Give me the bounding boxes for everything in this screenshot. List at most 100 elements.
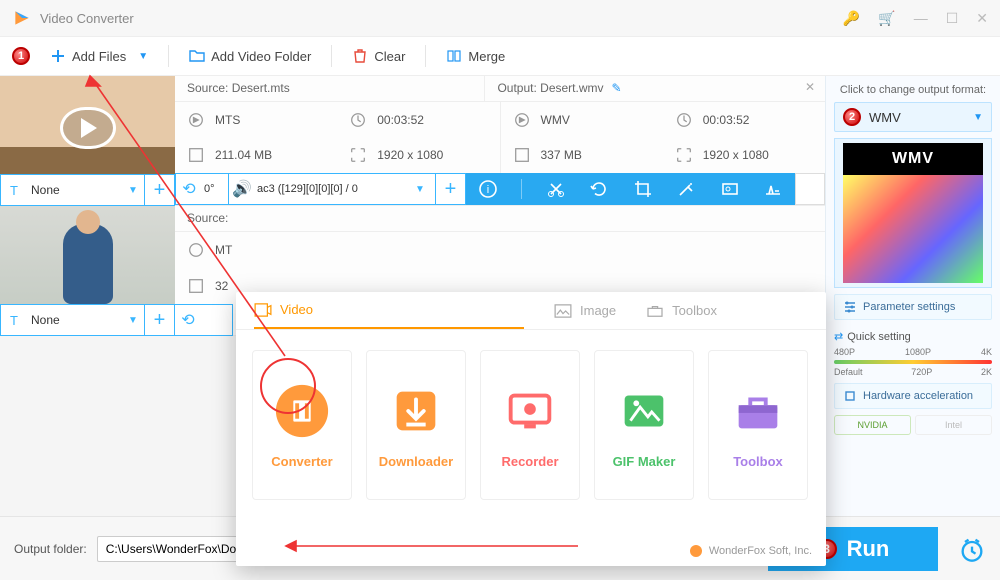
format-icon [187,111,205,129]
tile-toolbox-label: Toolbox [733,454,783,469]
speaker-icon: 🔊 [229,179,255,199]
svg-text:i: i [487,184,489,196]
format-preview-label: WMV [843,143,984,175]
cart-icon[interactable]: 🛒 [878,10,895,27]
recorder-icon [501,382,559,440]
folder-icon [189,48,205,64]
source-label-2: Source: [175,206,825,231]
format-preview[interactable]: WMV [834,138,992,288]
popup-footer-text: WonderFox Soft, Inc. [709,545,812,557]
out-res: 1920 x 1080 [703,148,769,162]
hardware-accel-button[interactable]: Hardware acceleration [834,383,992,409]
audio-track: ac3 ([129][0][0][0] / 0 [255,183,415,195]
out-format: WMV [541,113,570,127]
converter-icon [273,382,331,440]
tile-toolbox[interactable]: Toolbox [708,350,808,500]
format-icon [513,111,531,129]
tab-toolbox-label: Toolbox [672,303,717,318]
tile-converter-label: Converter [271,454,332,469]
add-folder-button[interactable]: Add Video Folder [179,44,321,68]
tile-recorder[interactable]: Recorder [480,350,580,500]
chip-icon [843,389,857,403]
info-icon[interactable]: i [478,179,498,199]
toolbox-tile-icon [729,382,787,440]
subtitle-icon: T [1,313,27,328]
close-icon[interactable]: ✕ [976,10,988,27]
edit-toolbar: i [466,173,795,205]
tab-video[interactable]: Video [254,302,524,329]
merge-button[interactable]: Merge [436,44,515,68]
rotate-icon[interactable] [589,179,609,199]
rotate-icon[interactable]: ⟲ [176,179,202,199]
quick-setting-label: Quick setting [847,331,911,343]
watermark-icon[interactable] [720,179,740,199]
quick-setting-panel: ⇄Quick setting 480P1080P4K Default720P2K [834,326,992,377]
remove-file-button[interactable]: ✕ [795,76,825,101]
schedule-icon[interactable] [958,535,986,563]
play-icon[interactable] [60,107,116,149]
output-format-button[interactable]: 2 WMV ▼ [834,102,992,132]
cut-icon[interactable] [546,179,566,199]
format-preview-image [843,175,984,283]
out-duration: 00:03:52 [703,113,750,127]
resolution-icon [675,146,693,164]
quality-slider[interactable] [834,360,992,364]
clear-label: Clear [374,49,405,64]
titlebar: Video Converter 🔑 🛒 — ☐ ✕ [0,0,1000,36]
maximize-icon[interactable]: ☐ [946,10,959,27]
src-res: 1920 x 1080 [377,148,443,162]
tile-converter[interactable]: Converter [252,350,352,500]
step-badge-2: 2 [843,108,861,126]
add-subtitle-button[interactable]: + [144,175,174,205]
src-size-2: 32 [215,279,228,293]
minimize-icon[interactable]: — [914,10,928,27]
add-subtitle-button[interactable]: + [144,305,174,335]
key-icon[interactable]: 🔑 [843,10,860,27]
output-label: Output: Desert.wmv [497,81,603,95]
filesize-icon [187,146,205,164]
tab-toolbox[interactable]: Toolbox [646,302,717,329]
add-audio-button[interactable]: + [435,174,465,204]
edit-icon[interactable]: ✎ [612,81,622,95]
tile-gifmaker[interactable]: GIF Maker [594,350,694,500]
src-duration: 00:03:52 [377,113,424,127]
chevron-down-icon: ▼ [138,51,148,62]
source-label: Source: Desert.mts [175,76,484,101]
chevron-down-icon[interactable]: ▼ [122,185,144,196]
add-folder-label: Add Video Folder [211,49,311,64]
app-logo-icon [12,8,32,28]
main-toolbar: 1 Add Files ▼ Add Video Folder Clear Mer… [0,36,1000,76]
subtitle-track-1: None [27,183,122,197]
src-size: 211.04 MB [215,148,272,162]
tab-image-label: Image [580,303,616,318]
rotate-icon[interactable]: ⟲ [175,310,201,330]
chevron-down-icon[interactable]: ▼ [415,184,435,195]
step-badge-1: 1 [12,47,30,65]
video-icon [254,303,272,317]
run-label: Run [847,536,890,562]
parameter-settings-button[interactable]: Parameter settings [834,294,992,320]
tab-image[interactable]: Image [554,302,616,329]
add-files-button[interactable]: Add Files ▼ [40,44,158,68]
tile-downloader[interactable]: Downloader [366,350,466,500]
trash-icon [352,48,368,64]
output-format-value: WMV [869,110,965,125]
crop-icon[interactable] [633,179,653,199]
sliders-icon [843,300,857,314]
clock-icon [349,111,367,129]
chevron-down-icon[interactable]: ▼ [122,315,144,326]
src-format-2: MT [215,243,232,257]
merge-label: Merge [468,49,505,64]
output-panel: Click to change output format: 2 WMV ▼ W… [825,76,1000,516]
effects-icon[interactable] [676,179,696,199]
out-size: 337 MB [541,148,582,162]
intel-pill: Intel [915,415,992,435]
app-title: Video Converter [40,11,843,26]
filesize-icon [187,277,205,295]
clear-button[interactable]: Clear [342,44,415,68]
parameter-settings-label: Parameter settings [863,301,955,313]
downloader-icon [387,382,445,440]
merge-icon [446,48,462,64]
subtitle-track-2: None [27,313,122,327]
subtitle-icon[interactable] [763,179,783,199]
